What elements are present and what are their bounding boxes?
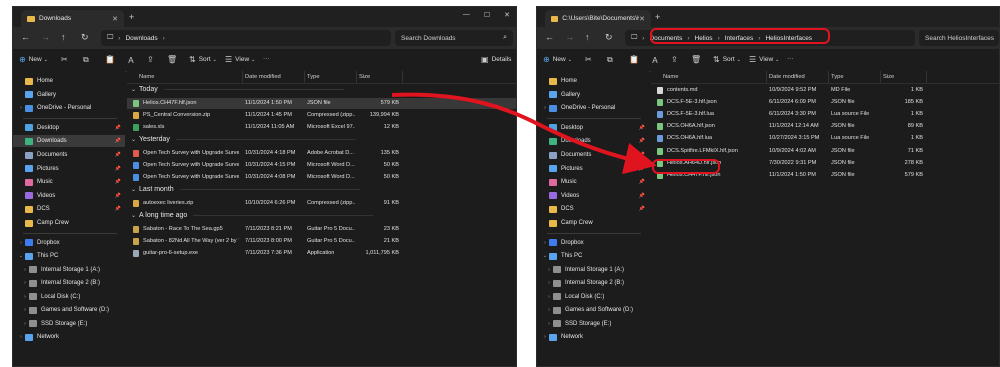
red-arrow-annotation	[391, 92, 657, 175]
